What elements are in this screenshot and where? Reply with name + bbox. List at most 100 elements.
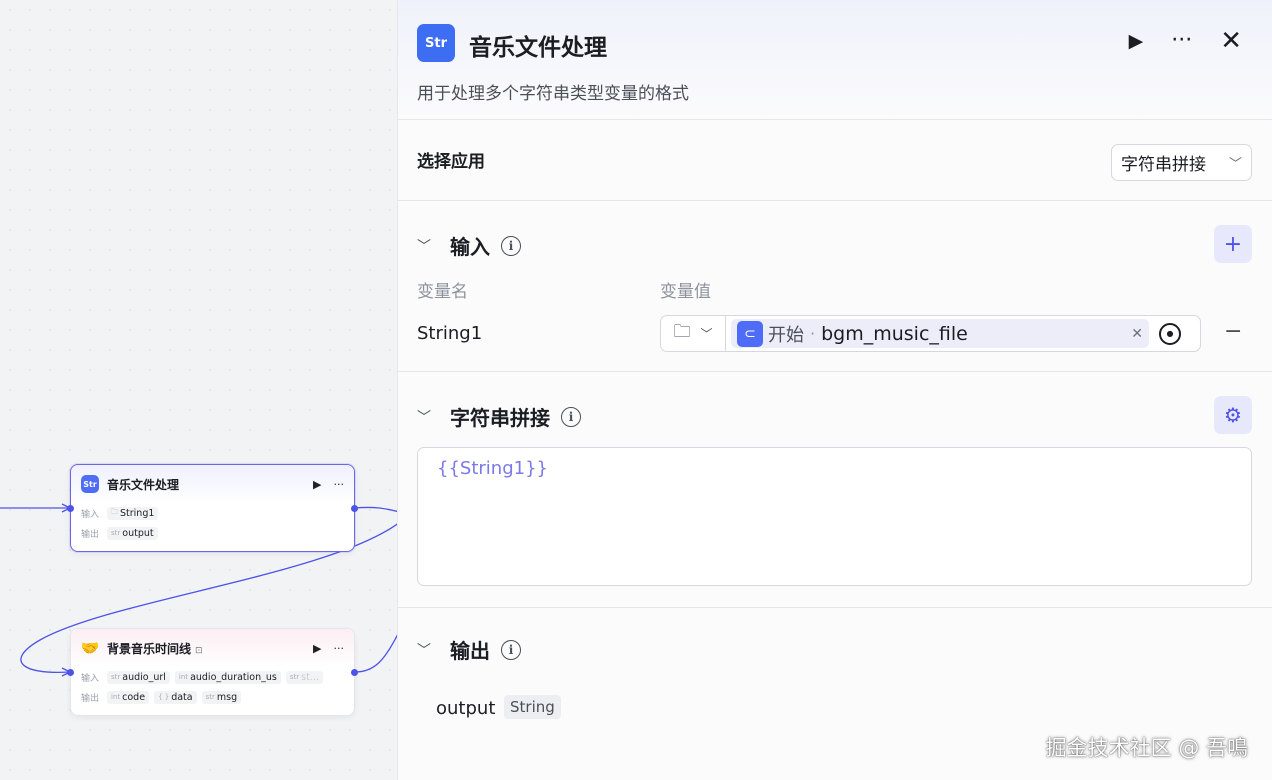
variable-reference[interactable]: ⊂ 开始 · bgm_music_file ✕: [731, 319, 1149, 348]
run-icon[interactable]: ▶: [313, 642, 321, 655]
info-icon[interactable]: i: [501, 235, 521, 256]
string-icon: Str: [81, 475, 99, 493]
type-tag: int: [178, 673, 189, 681]
run-icon[interactable]: ▶: [313, 478, 321, 491]
concat-section-header[interactable]: ﹀ 字符串拼接 i: [417, 402, 581, 431]
panel-actions: ▶ ··· ✕: [1101, 27, 1242, 55]
type-select[interactable]: 🗀 ﹀: [661, 316, 726, 351]
clear-icon[interactable]: ✕: [1131, 326, 1143, 342]
param-name: audio_duration_us: [190, 671, 277, 683]
select-app-label: 选择应用: [417, 152, 485, 172]
chevron-down-icon[interactable]: ﹀: [417, 236, 439, 256]
section-title: 输入: [450, 235, 490, 259]
param-name: data: [171, 691, 193, 703]
input-section-header[interactable]: ﹀ 输入 i: [417, 231, 521, 260]
folder-icon: 🗀: [111, 507, 118, 516]
type-tag: str: [111, 529, 121, 537]
node-output-row: 输出 str output: [71, 523, 354, 543]
param-chip: str st...: [285, 670, 323, 684]
chevron-down-icon[interactable]: ﹀: [417, 640, 439, 660]
input-port[interactable]: [67, 669, 74, 676]
more-icon[interactable]: ···: [1171, 27, 1192, 55]
type-tag: str: [289, 673, 300, 681]
param-name: audio_url: [122, 671, 166, 683]
node-bgm-timeline[interactable]: 🤝 背景音乐时间线 ⊡ ▶ ··· 输入 str audio_url int audi…: [67, 628, 358, 716]
remove-variable-button[interactable]: −: [1224, 319, 1242, 344]
type-tag: int: [111, 693, 121, 701]
run-icon[interactable]: ▶: [1129, 27, 1144, 55]
info-icon[interactable]: i: [501, 639, 521, 660]
reference-source: 开始: [768, 324, 804, 346]
param-name: output: [122, 527, 154, 539]
reference-variable: bgm_music_file: [821, 322, 968, 345]
param-chip: int code: [107, 690, 150, 704]
panel-title[interactable]: 音乐文件处理: [469, 28, 607, 62]
section-title: 字符串拼接: [450, 406, 550, 430]
add-variable-button[interactable]: +: [1214, 225, 1252, 263]
column-header-name: 变量名: [417, 282, 468, 302]
output-type-badge: String: [504, 695, 561, 719]
output-port[interactable]: [351, 669, 358, 676]
output-label: 输出: [81, 693, 100, 704]
variable-name[interactable]: String1: [417, 323, 482, 344]
output-port[interactable]: [351, 505, 358, 512]
handshake-icon: 🤝: [80, 639, 100, 657]
input-port[interactable]: [67, 505, 74, 512]
settings-button[interactable]: ⚙: [1214, 396, 1252, 434]
node-input-row: 输入 str audio_url int audio_duration_us str…: [71, 667, 354, 687]
concat-section: ﹀ 字符串拼接 i ⚙ {{String1}}: [398, 372, 1272, 608]
type-tag: str: [111, 673, 121, 681]
folder-icon: 🗀: [673, 322, 691, 342]
chevron-down-icon: ﹀: [1228, 157, 1242, 172]
param-chip: 🗀 String1: [107, 506, 159, 520]
input-label: 输入: [81, 509, 100, 520]
variable-value-field[interactable]: 🗀 ﹀ ⊂ 开始 · bgm_music_file ✕ ●: [660, 315, 1201, 352]
param-name: msg: [216, 691, 238, 703]
output-section-header[interactable]: ﹀ 输出 i: [417, 635, 521, 664]
node-input-row: 输入 🗀 String1: [71, 503, 354, 523]
type-tag: str: [205, 693, 215, 701]
output-name: output: [436, 698, 496, 719]
param-chip: int audio_duration_us: [174, 670, 281, 684]
param-name: code: [122, 691, 146, 703]
plugin-icon: ⊡: [195, 645, 203, 656]
param-chip: { } data: [154, 690, 197, 704]
node-output-row: 输出 int code { } data str msg: [71, 687, 354, 707]
node-title-text: 背景音乐时间线: [107, 641, 192, 656]
chevron-down-icon[interactable]: ﹀: [417, 407, 439, 427]
node-header: Str 音乐文件处理 ▶ ···: [71, 465, 354, 503]
chevron-down-icon: ﹀: [700, 327, 713, 341]
node-music-file-processing[interactable]: Str 音乐文件处理 ▶ ··· 输入 🗀 String1 输出 str outpu…: [67, 464, 358, 552]
info-icon[interactable]: i: [561, 406, 581, 427]
panel-header: Str 音乐文件处理 ▶ ··· ✕ 用于处理多个字符串类型变量的格式: [398, 0, 1272, 120]
more-icon[interactable]: ···: [334, 642, 345, 655]
param-chip: str msg: [201, 690, 242, 704]
start-node-icon: ⊂: [737, 320, 763, 347]
section-title: 输出: [450, 639, 490, 663]
watermark: 掘金技术社区 @ 吾鳴: [1045, 736, 1248, 760]
input-section: ﹀ 输入 i + 变量名 变量值 String1 🗀 ﹀ ⊂ 开始 · bgm_…: [398, 201, 1272, 372]
node-header: 🤝 背景音乐时间线 ⊡ ▶ ···: [71, 629, 354, 667]
string-icon: Str: [417, 24, 455, 62]
param-chip: str output: [107, 526, 158, 540]
type-tag: { }: [158, 693, 170, 701]
select-app-section: 选择应用 字符串拼接 ﹀: [398, 120, 1272, 201]
output-label: 输出: [81, 529, 100, 540]
node-config-panel: Str 音乐文件处理 ▶ ··· ✕ 用于处理多个字符串类型变量的格式 选择应用…: [397, 0, 1272, 780]
gear-icon: ⚙: [1224, 403, 1242, 427]
param-name: String1: [120, 507, 155, 519]
node-title: 背景音乐时间线 ⊡: [107, 640, 301, 657]
param-name: st...: [301, 671, 319, 683]
panel-description[interactable]: 用于处理多个字符串类型变量的格式: [417, 79, 689, 104]
edge-node1-out: [354, 506, 400, 513]
app-select-value: 字符串拼接: [1121, 155, 1206, 175]
concat-template-input[interactable]: {{String1}}: [417, 447, 1252, 586]
column-header-value: 变量值: [660, 282, 711, 302]
more-icon[interactable]: ···: [334, 478, 345, 491]
variable-picker-icon[interactable]: ●: [1159, 322, 1181, 345]
app-select[interactable]: 字符串拼接 ﹀: [1111, 144, 1252, 181]
close-icon[interactable]: ✕: [1220, 27, 1242, 55]
separator: ·: [810, 324, 816, 343]
edge-node2-out: [354, 629, 400, 673]
node-title: 音乐文件处理: [107, 477, 180, 492]
